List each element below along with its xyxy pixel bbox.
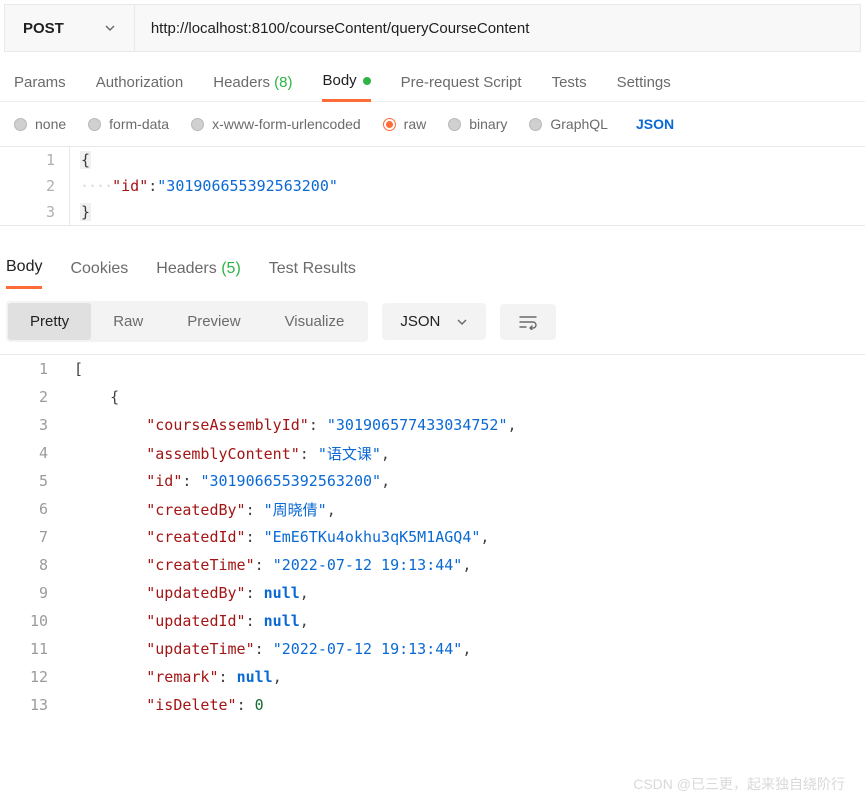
request-tabs: Params Authorization Headers (8) Body Pr… <box>0 56 865 102</box>
resp-tab-cookies[interactable]: Cookies <box>70 260 128 288</box>
watermark: CSDN @已三更，起来独自绕阶行 <box>633 774 845 794</box>
response-line: 3 "courseAssemblyId": "30190657743303475… <box>0 411 865 439</box>
response-line: 7 "createdId": "EmE6TKu4okhu3qK5M1AGQ4", <box>0 523 865 551</box>
response-line: 2 { <box>0 383 865 411</box>
request-body-editor[interactable]: 1{ 2····"id":"301906655392563200" 3} <box>0 146 865 226</box>
radio-icon <box>529 118 542 131</box>
http-method-label: POST <box>23 20 64 37</box>
radio-icon <box>14 118 27 131</box>
radio-icon <box>88 118 101 131</box>
body-type-binary[interactable]: binary <box>448 116 507 132</box>
response-line: 11 "updateTime": "2022-07-12 19:13:44", <box>0 635 865 663</box>
response-tabs: Body Cookies Headers (5) Test Results <box>0 244 865 289</box>
tab-body[interactable]: Body <box>322 72 370 102</box>
tab-params[interactable]: Params <box>14 74 66 101</box>
resp-tab-body[interactable]: Body <box>6 258 42 289</box>
response-line: 5 "id": "301906655392563200", <box>0 467 865 495</box>
view-visualize[interactable]: Visualize <box>263 303 367 340</box>
request-url-bar: POST <box>4 4 861 52</box>
chevron-down-icon <box>104 22 116 34</box>
response-line: 13 "isDelete": 0 <box>0 691 865 719</box>
response-line: 1[ <box>0 355 865 383</box>
resp-tab-headers[interactable]: Headers (5) <box>156 260 241 288</box>
response-line: 10 "updatedId": null, <box>0 607 865 635</box>
body-type-graphql[interactable]: GraphQL <box>529 116 608 132</box>
body-type-form-data[interactable]: form-data <box>88 116 169 132</box>
body-type-none[interactable]: none <box>14 116 66 132</box>
wrap-icon <box>518 314 538 330</box>
response-line: 4 "assemblyContent": "语文课", <box>0 439 865 467</box>
radio-icon <box>448 118 461 131</box>
http-method-select[interactable]: POST <box>5 5 135 51</box>
radio-icon <box>383 118 396 131</box>
body-type-xwww[interactable]: x-www-form-urlencoded <box>191 116 361 132</box>
response-line: 9 "updatedBy": null, <box>0 579 865 607</box>
body-type-row: none form-data x-www-form-urlencoded raw… <box>0 102 865 146</box>
tab-headers[interactable]: Headers (8) <box>213 74 292 101</box>
tab-settings[interactable]: Settings <box>617 74 671 101</box>
response-view-bar: Pretty Raw Preview Visualize JSON <box>0 289 865 354</box>
radio-icon <box>191 118 204 131</box>
view-preview[interactable]: Preview <box>165 303 262 340</box>
response-line: 12 "remark": null, <box>0 663 865 691</box>
body-type-raw[interactable]: raw <box>383 116 427 132</box>
response-line: 6 "createdBy": "周晓倩", <box>0 495 865 523</box>
body-lang-select[interactable]: JSON <box>636 116 674 132</box>
tab-prerequest[interactable]: Pre-request Script <box>401 74 522 101</box>
response-body-editor[interactable]: 1[2 {3 "courseAssemblyId": "301906577433… <box>0 354 865 719</box>
response-lang-select[interactable]: JSON <box>382 303 486 340</box>
response-line: 8 "createTime": "2022-07-12 19:13:44", <box>0 551 865 579</box>
url-input[interactable] <box>135 5 860 51</box>
view-pretty[interactable]: Pretty <box>8 303 91 340</box>
modified-dot-icon <box>363 77 371 85</box>
view-mode-group: Pretty Raw Preview Visualize <box>6 301 368 342</box>
chevron-down-icon <box>456 316 468 328</box>
wrap-lines-button[interactable] <box>500 304 556 340</box>
resp-tab-test-results[interactable]: Test Results <box>269 260 356 288</box>
tab-tests[interactable]: Tests <box>552 74 587 101</box>
view-raw[interactable]: Raw <box>91 303 165 340</box>
tab-authorization[interactable]: Authorization <box>96 74 184 101</box>
